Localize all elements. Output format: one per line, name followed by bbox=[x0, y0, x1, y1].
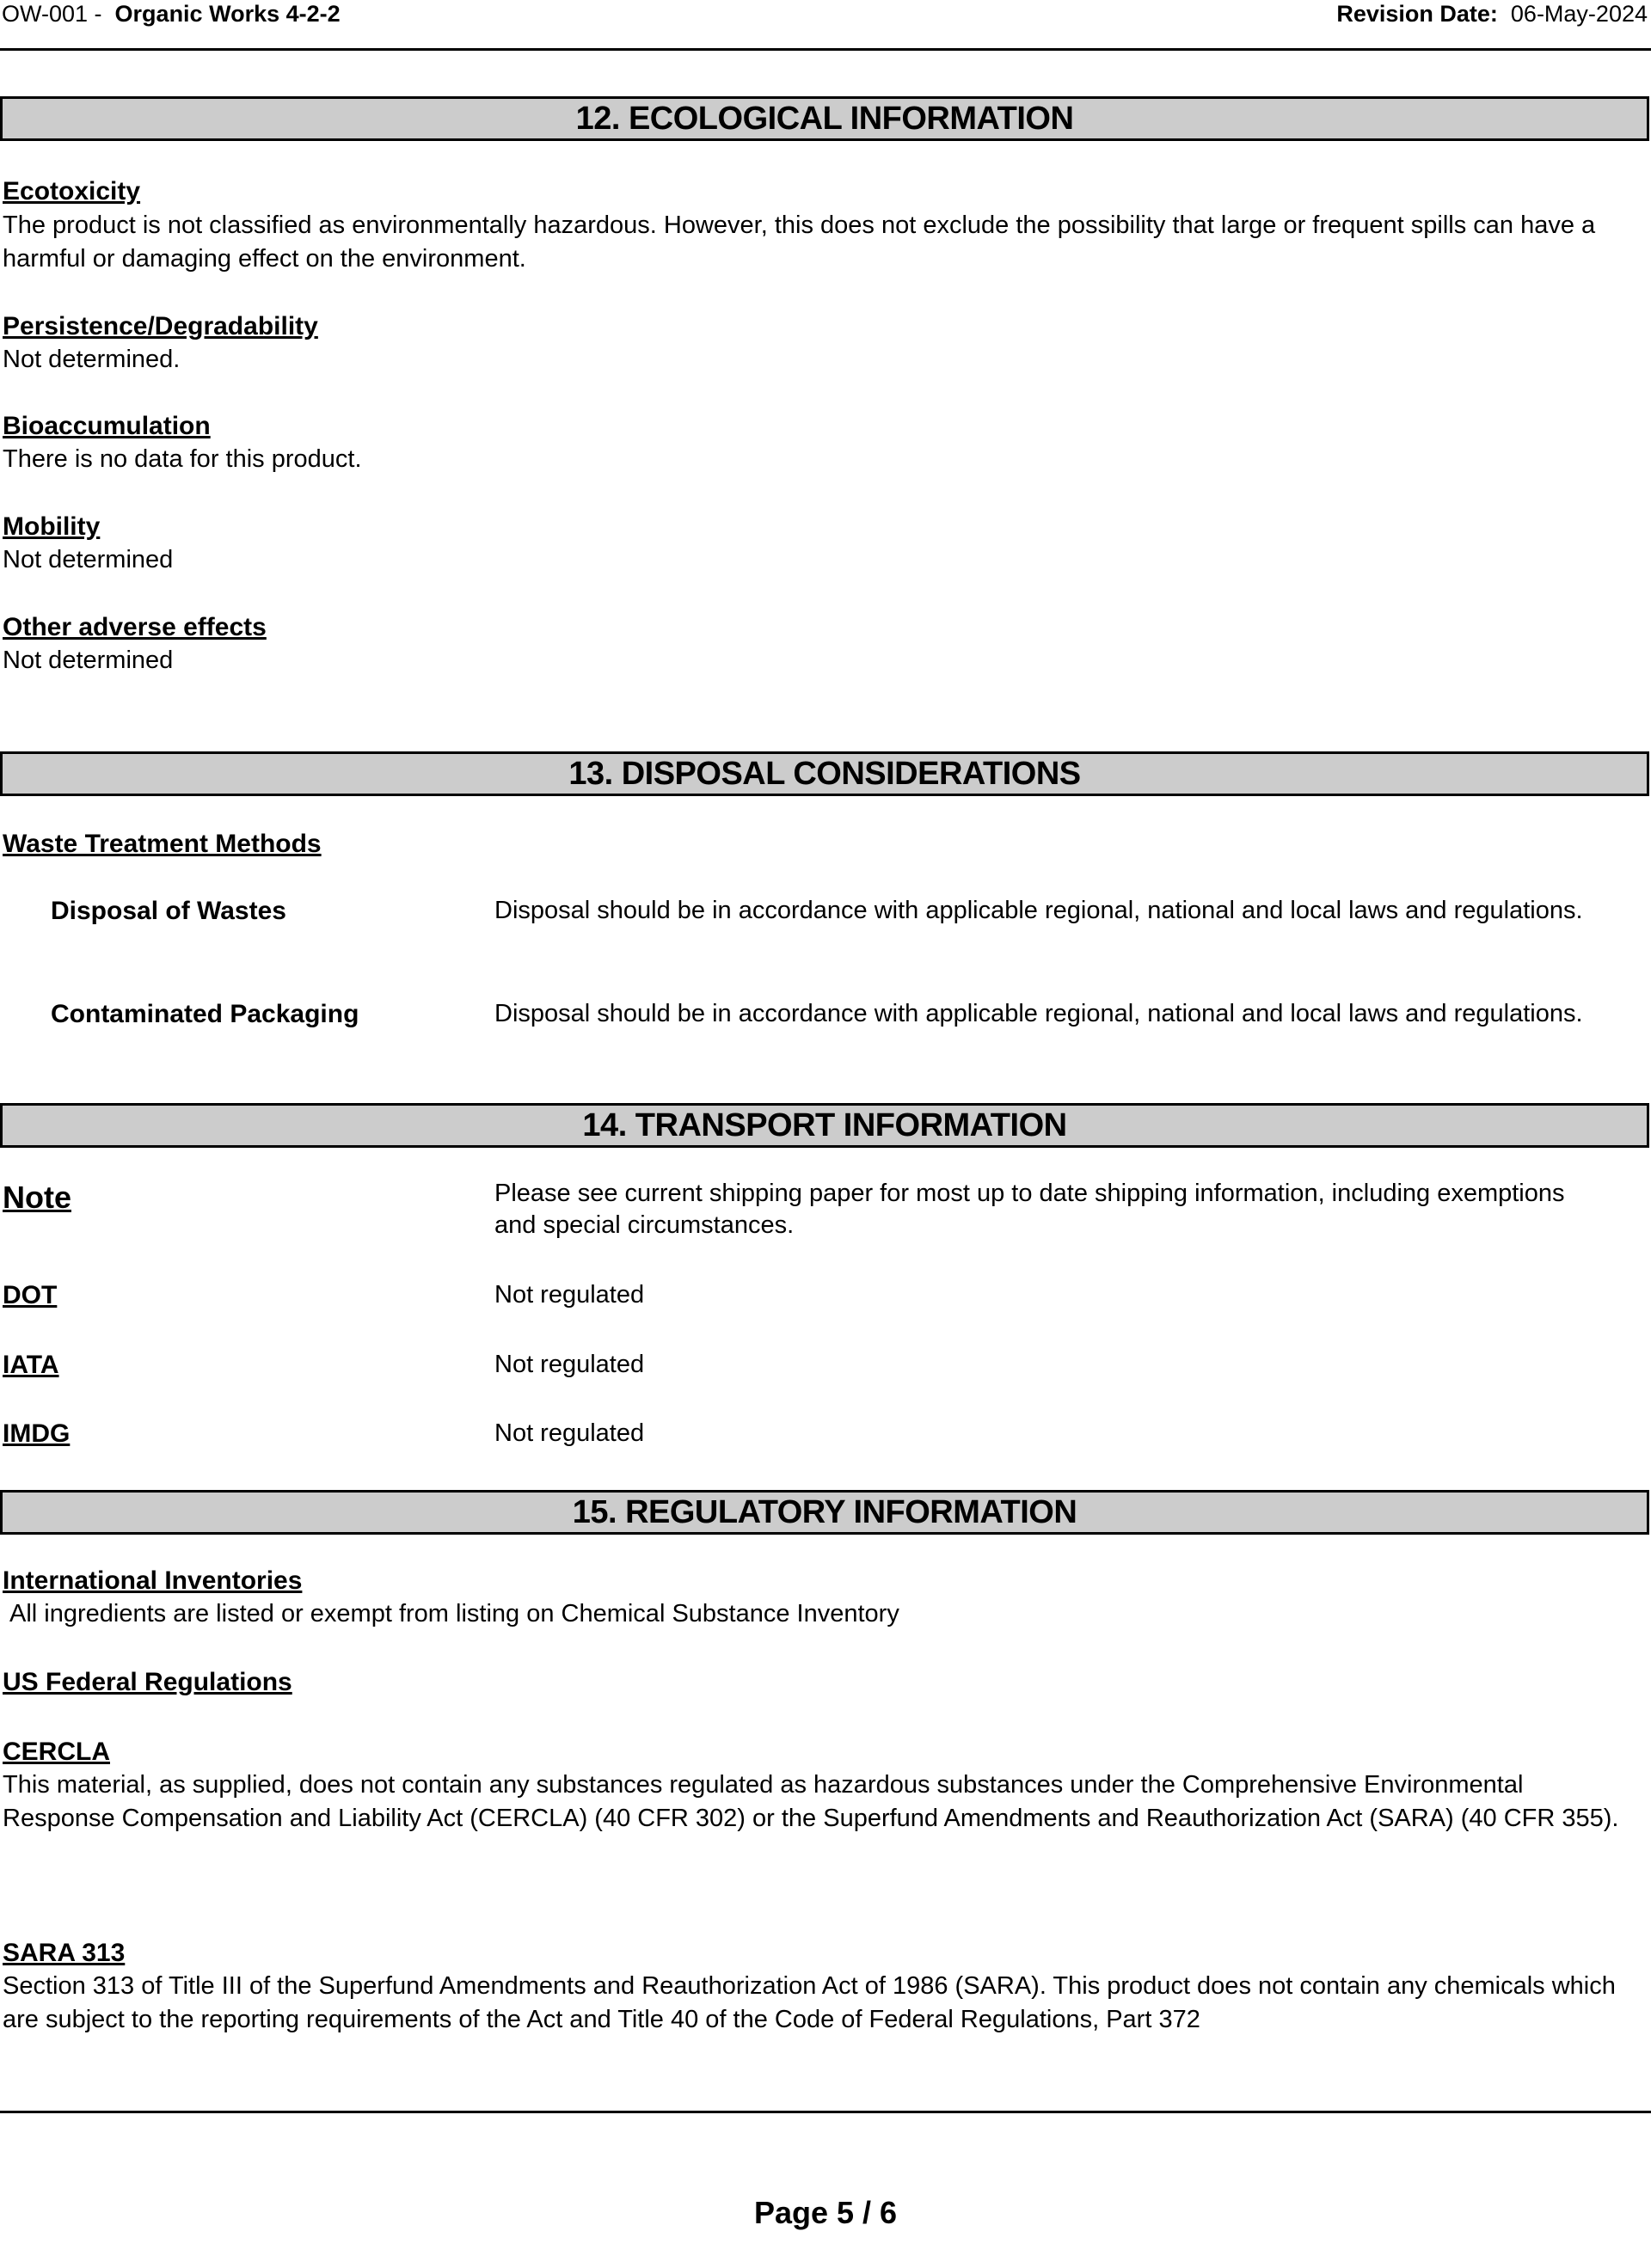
page-number: Page 5 / 6 bbox=[753, 2195, 898, 2230]
sara-313-text: Section 313 of Title III of the Superfun… bbox=[3, 1972, 1616, 2033]
mobility-text: Not determined bbox=[3, 546, 174, 573]
document-header-right: Revision Date: 06-May-2024 bbox=[1336, 0, 1648, 28]
mobility-heading: Mobility bbox=[3, 512, 101, 541]
international-inventories-text: All ingredients are listed or exempt fro… bbox=[9, 1600, 899, 1627]
document-header-left: OW-001 - Organic Works 4-2-2 bbox=[2, 0, 341, 28]
cercla-text: This material, as supplied, does not con… bbox=[3, 1771, 1619, 1832]
persistence-text: Not determined. bbox=[3, 346, 181, 373]
section-12-title: 12. ECOLOGICAL INFORMATION bbox=[575, 101, 1074, 137]
transport-imdg-value: Not regulated bbox=[494, 1419, 645, 1447]
ecotoxicity-text: The product is not classified as environ… bbox=[3, 211, 1596, 273]
us-federal-regulations-heading: US Federal Regulations bbox=[3, 1668, 292, 1696]
disposal-of-wastes-value: Disposal should be in accordance with ap… bbox=[494, 897, 1583, 924]
transport-note-label: Note bbox=[3, 1180, 71, 1215]
section-14-title: 14. TRANSPORT INFORMATION bbox=[582, 1107, 1067, 1143]
cercla-heading: CERCLA bbox=[3, 1738, 110, 1766]
product-name: Organic Works 4-2-2 bbox=[114, 1, 341, 27]
other-adverse-effects-text: Not determined bbox=[3, 647, 174, 674]
header-divider bbox=[0, 48, 1651, 51]
disposal-of-wastes-label: Disposal of Wastes bbox=[51, 897, 286, 925]
section-12-header: 12. ECOLOGICAL INFORMATION bbox=[0, 96, 1649, 141]
contaminated-packaging-label: Contaminated Packaging bbox=[51, 1000, 359, 1028]
transport-note-value: Please see current shipping paper for mo… bbox=[494, 1180, 1565, 1239]
section-13-header: 13. DISPOSAL CONSIDERATIONS bbox=[0, 751, 1649, 796]
transport-dot-value: Not regulated bbox=[494, 1281, 645, 1309]
sara-313-heading: SARA 313 bbox=[3, 1939, 126, 1967]
revision-date: 06-May-2024 bbox=[1510, 1, 1648, 27]
section-14-header: 14. TRANSPORT INFORMATION bbox=[0, 1103, 1649, 1148]
transport-imdg-label: IMDG bbox=[3, 1419, 71, 1448]
persistence-heading: Persistence/Degradability bbox=[3, 312, 318, 340]
revision-date-label: Revision Date: bbox=[1336, 1, 1498, 27]
international-inventories-heading: International Inventories bbox=[3, 1566, 303, 1595]
footer-divider bbox=[0, 2111, 1651, 2113]
other-adverse-effects-heading: Other adverse effects bbox=[3, 613, 267, 641]
section-15-title: 15. REGULATORY INFORMATION bbox=[572, 1494, 1077, 1530]
waste-treatment-heading: Waste Treatment Methods bbox=[3, 830, 322, 858]
transport-iata-value: Not regulated bbox=[494, 1351, 645, 1378]
ecotoxicity-heading: Ecotoxicity bbox=[3, 177, 141, 205]
transport-iata-label: IATA bbox=[3, 1351, 59, 1379]
bioaccumulation-text: There is no data for this product. bbox=[3, 445, 362, 473]
transport-dot-label: DOT bbox=[3, 1281, 58, 1309]
section-15-header: 15. REGULATORY INFORMATION bbox=[0, 1490, 1649, 1535]
document-code: OW-001 - bbox=[2, 1, 102, 27]
contaminated-packaging-value: Disposal should be in accordance with ap… bbox=[494, 1000, 1583, 1027]
bioaccumulation-heading: Bioaccumulation bbox=[3, 412, 211, 440]
section-13-title: 13. DISPOSAL CONSIDERATIONS bbox=[568, 756, 1081, 792]
